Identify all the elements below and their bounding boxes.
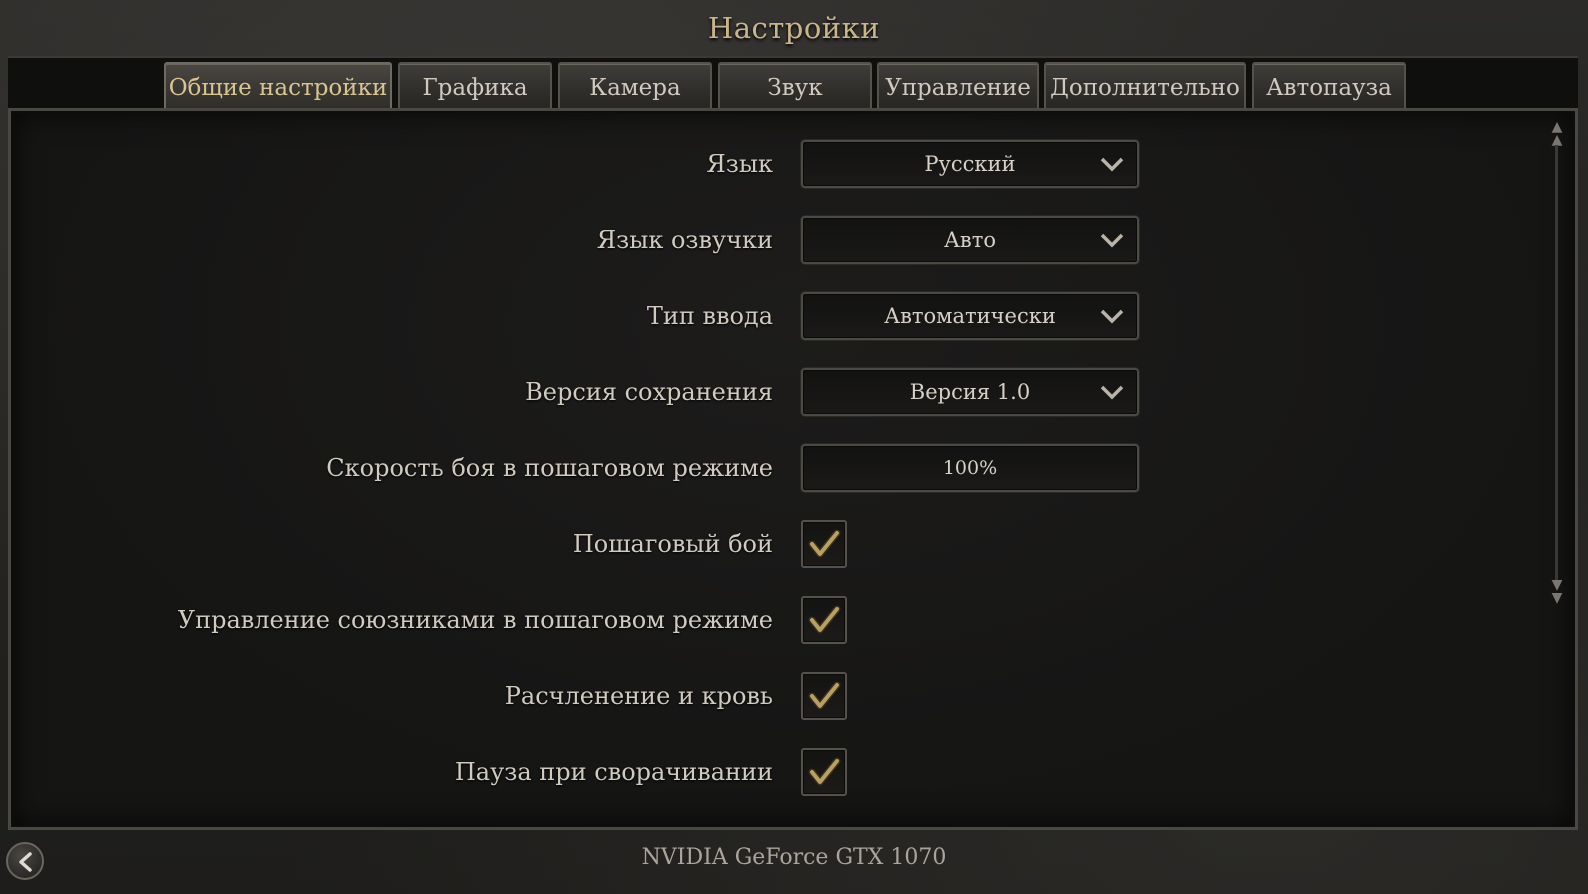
- chevron-down-icon: [1100, 233, 1124, 248]
- language-dropdown[interactable]: Русский: [801, 140, 1139, 188]
- voice-language-label: Язык озвучки: [596, 226, 773, 254]
- gpu-info: NVIDIA GeForce GTX 1070: [641, 845, 947, 870]
- checkmark-icon: [808, 605, 841, 634]
- tab-general[interactable]: Общие настройки: [164, 62, 392, 112]
- setting-row-ally-control: Управление союзниками в пошаговом режиме: [11, 596, 1211, 644]
- input-type-label: Тип ввода: [646, 302, 773, 330]
- turn-based-speed-field[interactable]: 100%: [801, 444, 1139, 492]
- save-version-label: Версия сохранения: [525, 378, 773, 406]
- pause-on-minimize-checkbox[interactable]: [801, 748, 847, 796]
- footer-bar: NVIDIA GeForce GTX 1070: [0, 832, 1588, 894]
- input-type-value: Автоматически: [884, 304, 1056, 328]
- voice-language-dropdown[interactable]: Авто: [801, 216, 1139, 264]
- pause-on-minimize-label: Пауза при сворачивании: [454, 758, 773, 786]
- save-version-value: Версия 1.0: [909, 380, 1031, 404]
- settings-window: Настройки Общие настройки Графика Камера…: [0, 0, 1588, 894]
- checkmark-icon: [808, 757, 841, 786]
- chevron-down-icon: [1100, 385, 1124, 400]
- gore-label: Расчленение и кровь: [504, 682, 773, 710]
- tab-bar: Общие настройки Графика Камера Звук Упра…: [8, 56, 1578, 112]
- setting-row-input-type: Тип ввода Автоматически: [11, 292, 1211, 340]
- turn-based-combat-label: Пошаговый бой: [572, 530, 773, 558]
- tab-graphics[interactable]: Графика: [398, 62, 552, 112]
- tab-controls[interactable]: Управление: [877, 62, 1039, 112]
- tab-advanced[interactable]: Дополнительно: [1044, 62, 1246, 112]
- setting-row-voice-language: Язык озвучки Авто: [11, 216, 1211, 264]
- scroll-down-icon[interactable]: ▼ ▼: [1547, 578, 1567, 605]
- voice-language-value: Авто: [944, 228, 996, 252]
- setting-row-pause-on-minimize: Пауза при сворачивании: [11, 748, 1211, 796]
- chevron-down-icon: [1100, 309, 1124, 324]
- scroll-up-icon[interactable]: ▲ ▲: [1547, 120, 1567, 147]
- language-value: Русский: [924, 152, 1016, 176]
- scrollbar[interactable]: ▲ ▲ ▼ ▼: [1547, 120, 1567, 607]
- setting-row-save-version: Версия сохранения Версия 1.0: [11, 368, 1211, 416]
- turn-based-speed-label: Скорость боя в пошаговом режиме: [326, 454, 773, 482]
- scroll-track[interactable]: [1555, 145, 1558, 587]
- checkmark-icon: [808, 529, 841, 558]
- setting-row-gore: Расчленение и кровь: [11, 672, 1211, 720]
- tab-camera[interactable]: Камера: [558, 62, 712, 112]
- turn-based-speed-value: 100%: [942, 457, 998, 479]
- setting-row-language: Язык Русский: [11, 140, 1211, 188]
- window-title: Настройки: [707, 11, 881, 45]
- settings-panel: ▲ ▲ ▼ ▼ Язык Русский Язык озвучки Авто Т…: [8, 108, 1578, 830]
- language-label: Язык: [706, 150, 773, 178]
- gore-checkbox[interactable]: [801, 672, 847, 720]
- chevron-down-icon: [1100, 157, 1124, 172]
- tab-sound[interactable]: Звук: [718, 62, 872, 112]
- ally-control-checkbox[interactable]: [801, 596, 847, 644]
- save-version-dropdown[interactable]: Версия 1.0: [801, 368, 1139, 416]
- setting-row-turn-based-speed: Скорость боя в пошаговом режиме 100%: [11, 444, 1211, 492]
- checkmark-icon: [808, 681, 841, 710]
- turn-based-combat-checkbox[interactable]: [801, 520, 847, 568]
- ally-control-label: Управление союзниками в пошаговом режиме: [177, 606, 773, 634]
- setting-row-turn-based-combat: Пошаговый бой: [11, 520, 1211, 568]
- tab-autopause[interactable]: Автопауза: [1252, 62, 1406, 112]
- input-type-dropdown[interactable]: Автоматически: [801, 292, 1139, 340]
